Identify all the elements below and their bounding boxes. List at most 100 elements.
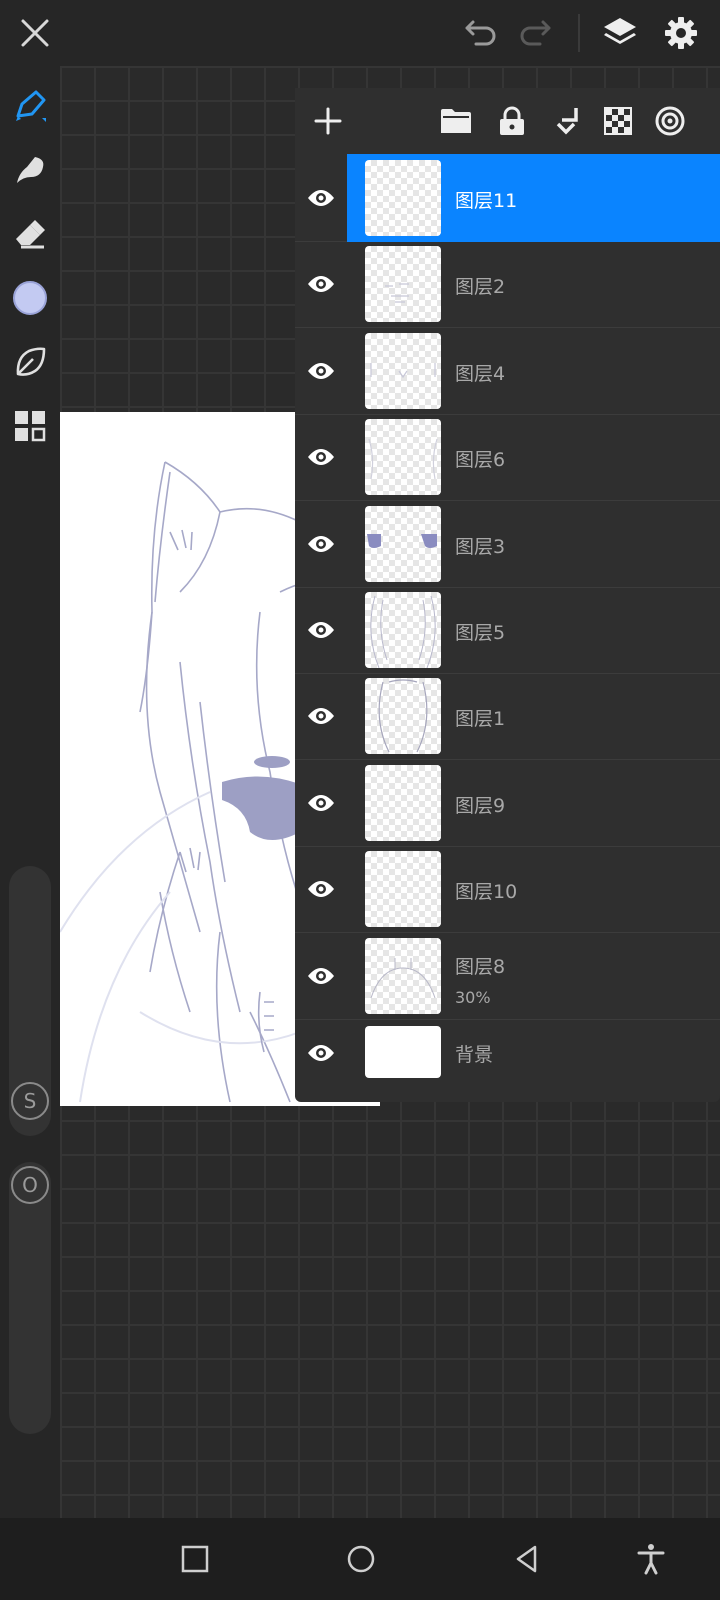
back-button[interactable] bbox=[504, 1536, 550, 1582]
layers-button[interactable] bbox=[597, 10, 643, 56]
eraser-tool-button[interactable] bbox=[8, 212, 52, 256]
smudge-tool-button[interactable] bbox=[8, 148, 52, 192]
layer-name: 图层6 bbox=[455, 449, 506, 472]
new-group-button[interactable] bbox=[435, 100, 477, 142]
layer-body[interactable]: 图层1 bbox=[347, 672, 720, 760]
layer-opacity: 30% bbox=[455, 987, 491, 1007]
eye-icon bbox=[308, 535, 334, 552]
layer-body[interactable]: 图层2 bbox=[347, 240, 720, 328]
layer-visibility-toggle[interactable] bbox=[295, 932, 347, 1020]
layer-visibility-toggle[interactable] bbox=[295, 500, 347, 588]
layer-thumbnail bbox=[365, 764, 441, 841]
leaf-tool-button[interactable] bbox=[8, 340, 52, 384]
layer-name: 图层9 bbox=[455, 794, 506, 817]
layer-row[interactable]: 图层5 bbox=[295, 586, 720, 674]
layer-name: 图层2 bbox=[455, 276, 506, 299]
add-icon bbox=[314, 107, 342, 135]
layer-visibility-toggle[interactable] bbox=[295, 154, 347, 242]
redo-icon bbox=[520, 20, 551, 46]
eye-icon bbox=[308, 1045, 334, 1061]
layer-row[interactable]: 图层6 bbox=[295, 413, 720, 502]
layer-name: 图层1 bbox=[455, 708, 506, 731]
eye-icon bbox=[308, 190, 334, 206]
layer-thumbnail bbox=[365, 332, 441, 409]
layer-name: 图层11 bbox=[455, 190, 518, 212]
accessibility-button[interactable] bbox=[628, 1536, 674, 1582]
transparency-button[interactable] bbox=[597, 100, 639, 142]
color-swatch bbox=[13, 281, 47, 315]
layer-name: 背景 bbox=[455, 1044, 494, 1066]
layer-thumbnail bbox=[365, 160, 441, 236]
layers-panel: 图层11 图层2 图层4 图层6 图层3 图层5 图层1 图层9 图层10 图层8 30% 背景 bbox=[295, 88, 720, 1102]
layer-visibility-toggle[interactable] bbox=[295, 240, 347, 328]
layer-row[interactable]: 图层3 bbox=[295, 500, 720, 588]
layer-thumbnail bbox=[365, 678, 441, 755]
layer-body[interactable]: 图层8 30% bbox=[347, 932, 720, 1020]
layer-visibility-toggle[interactable] bbox=[295, 759, 347, 847]
layer-body[interactable]: 图层5 bbox=[347, 586, 720, 674]
layer-body[interactable]: 图层9 bbox=[347, 759, 720, 847]
layer-name: 图层10 bbox=[455, 881, 518, 904]
layer-thumbnail bbox=[365, 419, 441, 496]
layer-thumbnail bbox=[365, 246, 441, 323]
add-layer-button[interactable] bbox=[307, 100, 349, 142]
brush-tool-button[interactable] bbox=[8, 84, 52, 128]
pen-icon bbox=[16, 90, 46, 122]
home-button[interactable] bbox=[338, 1536, 384, 1582]
system-navigation-bar bbox=[0, 1518, 720, 1600]
layer-visibility-toggle[interactable] bbox=[295, 586, 347, 674]
lock-layer-button[interactable] bbox=[491, 100, 533, 142]
layer-body[interactable]: 图层11 bbox=[347, 154, 720, 242]
opacity-slider-knob[interactable]: O bbox=[11, 1166, 49, 1204]
merge-down-button[interactable] bbox=[545, 100, 587, 142]
layer-thumbnail bbox=[365, 851, 441, 928]
layer-row[interactable]: 图层4 bbox=[295, 327, 720, 415]
layer-body[interactable]: 图层3 bbox=[347, 500, 720, 588]
layer-row[interactable]: 图层8 30% bbox=[295, 932, 720, 1020]
checker-icon bbox=[604, 107, 632, 135]
layer-body[interactable]: 背景 bbox=[347, 1018, 720, 1102]
layer-body[interactable]: 图层10 bbox=[347, 845, 720, 933]
settings-button[interactable] bbox=[658, 10, 704, 56]
layer-row[interactable]: 图层1 bbox=[295, 672, 720, 761]
layer-visibility-toggle[interactable] bbox=[295, 327, 347, 415]
layer-visibility-toggle[interactable] bbox=[295, 672, 347, 760]
layer-name: 图层5 bbox=[455, 622, 506, 644]
undo-button[interactable] bbox=[458, 10, 504, 56]
recent-apps-icon bbox=[181, 1545, 209, 1573]
gear-icon bbox=[665, 17, 697, 49]
layer-row[interactable]: 图层10 bbox=[295, 845, 720, 934]
layer-row[interactable]: 图层11 bbox=[295, 154, 720, 242]
layer-row[interactable]: 背景 bbox=[295, 1018, 720, 1088]
eye-icon bbox=[308, 362, 334, 379]
toolbar-divider bbox=[578, 14, 580, 52]
back-icon bbox=[516, 1545, 537, 1573]
layer-thumbnail bbox=[365, 592, 441, 668]
layer-row[interactable]: 图层2 bbox=[295, 240, 720, 329]
top-bar bbox=[0, 0, 720, 66]
lock-icon bbox=[500, 106, 524, 135]
recent-apps-button[interactable] bbox=[172, 1536, 218, 1582]
gallery-button[interactable] bbox=[8, 404, 52, 448]
layer-name: 图层8 bbox=[455, 955, 506, 978]
redo-button[interactable] bbox=[512, 10, 558, 56]
target-icon bbox=[655, 106, 685, 136]
eye-icon bbox=[308, 708, 334, 725]
close-icon bbox=[21, 19, 49, 47]
layer-body[interactable]: 图层4 bbox=[347, 327, 720, 415]
close-button[interactable] bbox=[12, 10, 58, 56]
layer-body[interactable]: 图层6 bbox=[347, 413, 720, 501]
layer-visibility-toggle[interactable] bbox=[295, 1018, 347, 1088]
layer-row[interactable]: 图层9 bbox=[295, 759, 720, 847]
layers-icon bbox=[604, 18, 636, 44]
eye-icon bbox=[308, 881, 334, 898]
folder-icon bbox=[441, 109, 471, 133]
size-slider-knob[interactable]: S bbox=[11, 1082, 49, 1120]
color-swatch-button[interactable] bbox=[8, 276, 52, 320]
reference-layer-button[interactable] bbox=[649, 100, 691, 142]
layer-visibility-toggle[interactable] bbox=[295, 413, 347, 501]
layer-visibility-toggle[interactable] bbox=[295, 845, 347, 933]
eye-icon bbox=[308, 967, 334, 984]
layer-thumbnail bbox=[365, 505, 441, 582]
leaf-icon bbox=[16, 347, 46, 376]
